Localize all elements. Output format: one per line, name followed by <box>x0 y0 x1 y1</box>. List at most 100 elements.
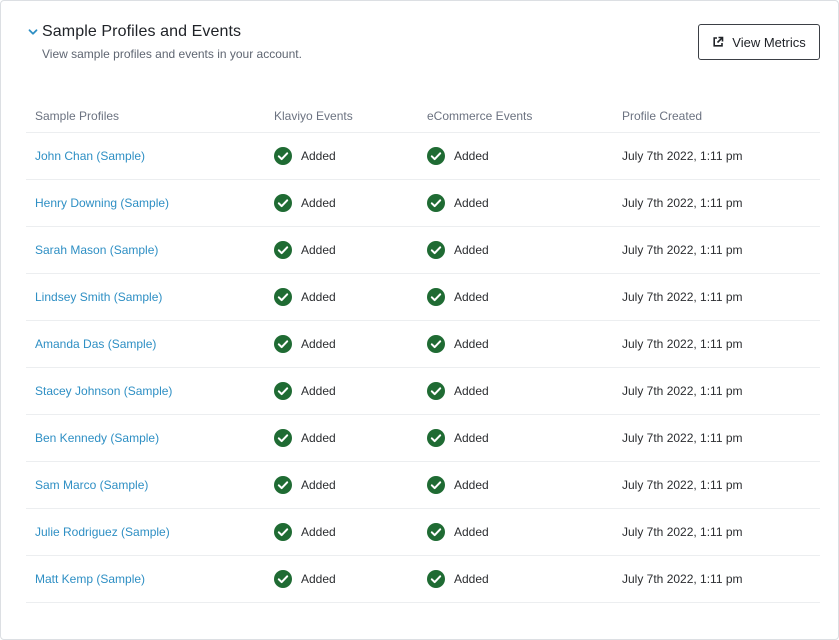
klaviyo-events-status: Added <box>274 194 336 212</box>
status-label: Added <box>454 525 489 539</box>
profile-link[interactable]: John Chan (Sample) <box>35 149 145 163</box>
check-circle-icon <box>274 523 292 541</box>
check-circle-icon <box>427 147 445 165</box>
ecommerce-events-status: Added <box>427 147 489 165</box>
profile-link[interactable]: Amanda Das (Sample) <box>35 337 156 351</box>
status-label: Added <box>454 384 489 398</box>
table-row: Ben Kennedy (Sample) Added Added July 7t… <box>26 415 820 462</box>
status-label: Added <box>301 525 336 539</box>
ecommerce-events-status: Added <box>427 429 489 447</box>
status-label: Added <box>301 384 336 398</box>
ecommerce-events-status: Added <box>427 382 489 400</box>
section-subtitle: View sample profiles and events in your … <box>42 47 302 61</box>
card-header: Sample Profiles and Events View sample p… <box>27 23 302 61</box>
klaviyo-events-status: Added <box>274 476 336 494</box>
check-circle-icon <box>427 194 445 212</box>
klaviyo-events-status: Added <box>274 241 336 259</box>
status-label: Added <box>454 196 489 210</box>
collapse-toggle[interactable]: Sample Profiles and Events <box>27 23 302 41</box>
check-circle-icon <box>274 382 292 400</box>
check-circle-icon <box>274 241 292 259</box>
status-label: Added <box>454 431 489 445</box>
profile-link[interactable]: Stacey Johnson (Sample) <box>35 384 172 398</box>
klaviyo-events-status: Added <box>274 288 336 306</box>
check-circle-icon <box>274 194 292 212</box>
table-body: John Chan (Sample) Added Added July 7th … <box>26 133 820 603</box>
check-circle-icon <box>427 241 445 259</box>
view-metrics-label: View Metrics <box>732 34 806 50</box>
check-circle-icon <box>427 523 445 541</box>
ecommerce-events-status: Added <box>427 194 489 212</box>
profile-created-date: July 7th 2022, 1:11 pm <box>622 384 743 398</box>
profile-link[interactable]: Ben Kennedy (Sample) <box>35 431 159 445</box>
table-row: Henry Downing (Sample) Added Added July … <box>26 180 820 227</box>
klaviyo-events-status: Added <box>274 335 336 353</box>
ecommerce-events-status: Added <box>427 476 489 494</box>
ecommerce-events-status: Added <box>427 570 489 588</box>
profile-created-date: July 7th 2022, 1:11 pm <box>622 572 743 586</box>
status-label: Added <box>454 243 489 257</box>
profile-created-date: July 7th 2022, 1:11 pm <box>622 431 743 445</box>
klaviyo-events-status: Added <box>274 382 336 400</box>
table-row: Sam Marco (Sample) Added Added July 7th … <box>26 462 820 509</box>
profiles-table: Sample Profiles Klaviyo Events eCommerce… <box>26 100 820 603</box>
check-circle-icon <box>274 147 292 165</box>
check-circle-icon <box>274 335 292 353</box>
check-circle-icon <box>274 288 292 306</box>
column-header-profile-created: Profile Created <box>622 109 703 123</box>
check-circle-icon <box>427 382 445 400</box>
check-circle-icon <box>274 570 292 588</box>
column-header-klaviyo-events: Klaviyo Events <box>274 109 353 123</box>
table-header: Sample Profiles Klaviyo Events eCommerce… <box>26 100 820 133</box>
profile-link[interactable]: Sarah Mason (Sample) <box>35 243 158 257</box>
table-row: Lindsey Smith (Sample) Added Added July … <box>26 274 820 321</box>
status-label: Added <box>301 290 336 304</box>
table-row: John Chan (Sample) Added Added July 7th … <box>26 133 820 180</box>
profile-created-date: July 7th 2022, 1:11 pm <box>622 290 743 304</box>
table-row: Julie Rodriguez (Sample) Added Added Jul… <box>26 509 820 556</box>
status-label: Added <box>301 478 336 492</box>
chevron-down-icon[interactable] <box>27 26 39 38</box>
profile-created-date: July 7th 2022, 1:11 pm <box>622 525 743 539</box>
column-header-ecommerce-events: eCommerce Events <box>427 109 533 123</box>
table-row: Stacey Johnson (Sample) Added Added July… <box>26 368 820 415</box>
ecommerce-events-status: Added <box>427 335 489 353</box>
check-circle-icon <box>274 429 292 447</box>
profile-created-date: July 7th 2022, 1:11 pm <box>622 337 743 351</box>
profile-link[interactable]: Matt Kemp (Sample) <box>35 572 145 586</box>
profile-created-date: July 7th 2022, 1:11 pm <box>622 196 743 210</box>
status-label: Added <box>301 337 336 351</box>
view-metrics-button[interactable]: View Metrics <box>698 24 820 60</box>
ecommerce-events-status: Added <box>427 523 489 541</box>
profile-created-date: July 7th 2022, 1:11 pm <box>622 243 743 257</box>
profile-link[interactable]: Henry Downing (Sample) <box>35 196 169 210</box>
profile-link[interactable]: Sam Marco (Sample) <box>35 478 148 492</box>
external-link-icon <box>712 36 724 48</box>
column-header-sample-profiles: Sample Profiles <box>35 109 120 123</box>
ecommerce-events-status: Added <box>427 241 489 259</box>
klaviyo-events-status: Added <box>274 147 336 165</box>
status-label: Added <box>454 572 489 586</box>
profile-link[interactable]: Julie Rodriguez (Sample) <box>35 525 170 539</box>
status-label: Added <box>301 149 336 163</box>
status-label: Added <box>301 572 336 586</box>
profile-created-date: July 7th 2022, 1:11 pm <box>622 478 743 492</box>
status-label: Added <box>454 149 489 163</box>
status-label: Added <box>301 431 336 445</box>
ecommerce-events-status: Added <box>427 288 489 306</box>
table-row: Sarah Mason (Sample) Added Added July 7t… <box>26 227 820 274</box>
klaviyo-events-status: Added <box>274 429 336 447</box>
table-row: Matt Kemp (Sample) Added Added July 7th … <box>26 556 820 603</box>
status-label: Added <box>454 290 489 304</box>
status-label: Added <box>454 337 489 351</box>
klaviyo-events-status: Added <box>274 523 336 541</box>
profile-link[interactable]: Lindsey Smith (Sample) <box>35 290 162 304</box>
table-row: Amanda Das (Sample) Added Added July 7th… <box>26 321 820 368</box>
check-circle-icon <box>427 429 445 447</box>
profile-created-date: July 7th 2022, 1:11 pm <box>622 149 743 163</box>
section-title: Sample Profiles and Events <box>42 23 242 40</box>
sample-profiles-card: Sample Profiles and Events View sample p… <box>0 0 839 640</box>
check-circle-icon <box>427 476 445 494</box>
klaviyo-events-status: Added <box>274 570 336 588</box>
status-label: Added <box>301 243 336 257</box>
